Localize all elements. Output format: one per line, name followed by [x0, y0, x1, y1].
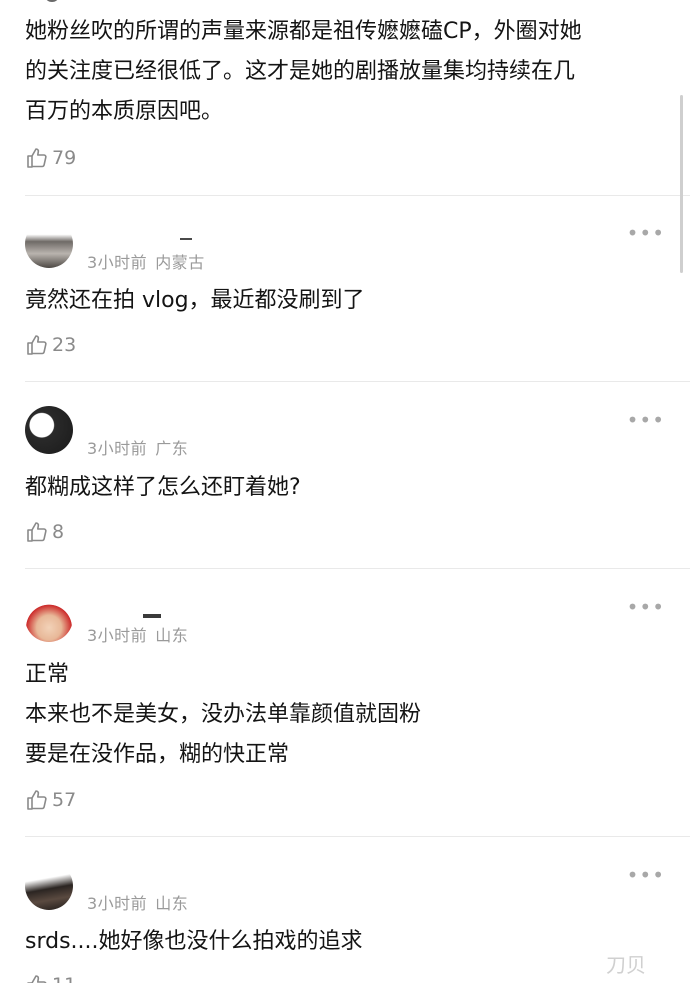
divider [25, 381, 690, 382]
more-options-icon[interactable]: ••• [627, 597, 665, 617]
avatar[interactable] [45, 0, 59, 2]
comment-text-line: 竟然还在拍 vlog，最近都没刷到了 [25, 288, 365, 313]
more-options-icon[interactable]: ••• [627, 223, 665, 243]
page-watermark: 刀贝 [592, 947, 660, 983]
like-count: 57 [52, 789, 77, 811]
comment-text-line: 都糊成这样了怎么还盯着她? [25, 475, 301, 500]
avatar[interactable] [25, 862, 73, 910]
comment-text-line: 的关注度已经很低了。这才是她的剧播放量集均持续在几 [25, 59, 576, 84]
like-count: 23 [52, 334, 77, 356]
redacted-username [180, 238, 192, 240]
comment-text: 都糊成这样了怎么还盯着她? [25, 468, 665, 508]
like-count: 79 [52, 147, 77, 169]
like-count: 8 [52, 521, 65, 543]
like-button[interactable]: 57 [25, 787, 76, 813]
thumbs-up-icon [27, 522, 47, 542]
comment-feed: 她粉丝吹的所谓的声量来源都是祖传嬷嬷磕CP，外圈对她 的关注度已经很低了。这才是… [0, 0, 690, 983]
divider [25, 568, 690, 569]
redacted-username [143, 614, 161, 618]
comment-location: 内蒙古 [155, 253, 205, 272]
comment-text: srds....她好像也没什么拍戏的追求 [25, 922, 665, 962]
comment-text: 她粉丝吹的所谓的声量来源都是祖传嬷嬷磕CP，外圈对她 的关注度已经很低了。这才是… [25, 12, 665, 132]
comment-location: 山东 [155, 626, 189, 645]
comment-text-line: srds....她好像也没什么拍戏的追求 [25, 929, 363, 954]
thumbs-up-icon [27, 335, 47, 355]
like-button[interactable]: 11 [25, 972, 76, 983]
comment-location: 山东 [155, 894, 189, 913]
comment-text: 竟然还在拍 vlog，最近都没刷到了 [25, 281, 665, 321]
avatar[interactable] [25, 220, 73, 268]
comment-text-line: 百万的本质原因吧。 [25, 99, 224, 124]
avatar[interactable] [25, 594, 73, 642]
comment-meta: 3小时前 内蒙古 [87, 249, 205, 273]
comment-time: 3小时前 [87, 894, 148, 913]
like-button[interactable]: 8 [25, 519, 64, 545]
avatar[interactable] [25, 406, 73, 454]
divider [25, 195, 690, 196]
comment-meta: 3小时前 山东 [87, 622, 188, 646]
comment-meta: 3小时前 山东 [87, 890, 188, 914]
comment-text-line: 正常 [25, 662, 70, 687]
like-count: 11 [52, 974, 76, 983]
comment-time: 3小时前 [87, 253, 148, 272]
thumbs-up-icon [27, 148, 47, 168]
comment-location: 广东 [155, 439, 189, 458]
comment-time: 3小时前 [87, 439, 148, 458]
scrollbar[interactable] [680, 95, 683, 273]
thumbs-up-icon [27, 790, 47, 810]
divider [25, 836, 690, 837]
thumbs-up-icon [27, 975, 47, 983]
comment-text: 正常 本来也不是美女，没办法单靠颜值就固粉 要是在没作品，糊的快正常 [25, 655, 665, 775]
comment-meta: 3小时前 广东 [87, 435, 188, 459]
comment-text-line: 本来也不是美女，没办法单靠颜值就固粉 [25, 702, 422, 727]
like-button[interactable]: 23 [25, 332, 76, 358]
like-button[interactable]: 79 [25, 145, 76, 171]
comment-text-line: 要是在没作品，糊的快正常 [25, 742, 290, 767]
more-options-icon[interactable]: ••• [627, 410, 665, 430]
comment-time: 3小时前 [87, 626, 148, 645]
more-options-icon[interactable]: ••• [627, 865, 665, 885]
comment-text-line: 她粉丝吹的所谓的声量来源都是祖传嬷嬷磕CP，外圈对她 [25, 19, 582, 44]
